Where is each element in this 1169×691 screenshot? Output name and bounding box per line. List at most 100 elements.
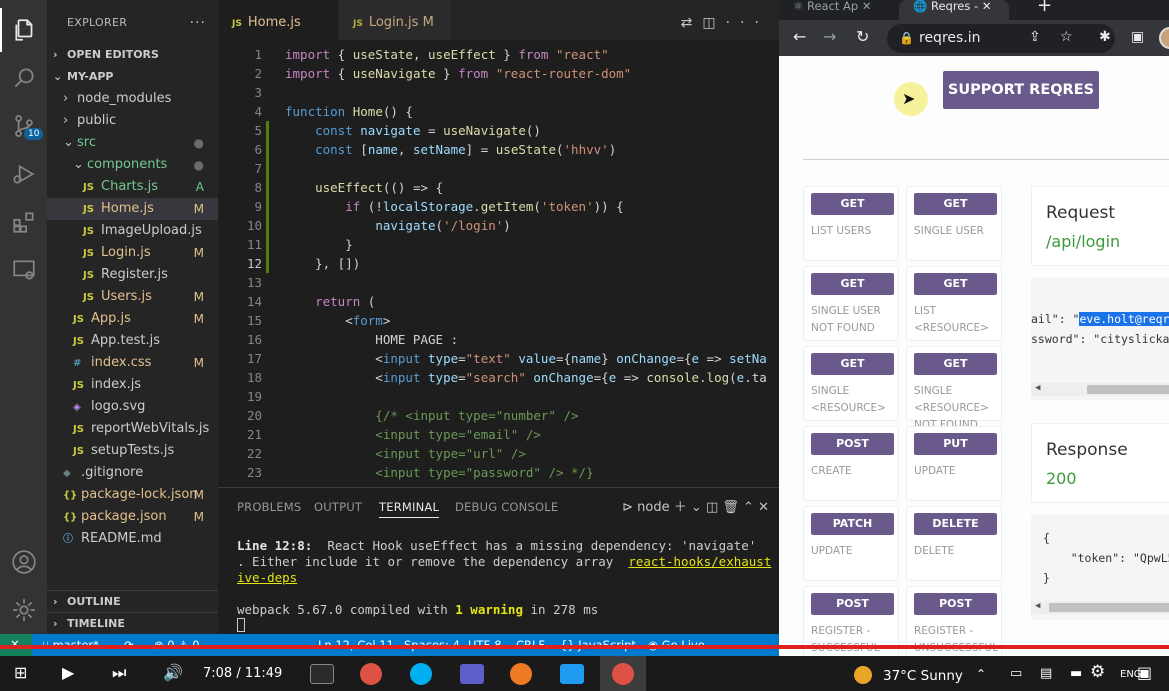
bookmark-star-icon[interactable]: ☆ bbox=[1060, 29, 1073, 45]
code-line[interactable]: 8 useEffect(() => { bbox=[218, 178, 779, 197]
file-tree-item[interactable]: ◈ logo.svg bbox=[47, 396, 218, 418]
remote-explorer-icon[interactable] bbox=[0, 248, 47, 292]
file-tree-item[interactable]: JS Login.js M bbox=[47, 242, 218, 264]
endpoint-method-button[interactable]: GET bbox=[811, 193, 894, 215]
close-icon[interactable]: ✕ bbox=[758, 500, 769, 515]
code-line[interactable]: 19 bbox=[218, 387, 779, 406]
code-line[interactable]: 3 bbox=[218, 83, 779, 102]
code-line[interactable]: 18 <input type="search" onChange={e => c… bbox=[218, 368, 779, 387]
endpoint-card[interactable]: POST CREATE bbox=[803, 426, 899, 501]
side-panel-icon[interactable]: ▣ bbox=[1131, 29, 1144, 45]
endpoint-method-button[interactable]: DELETE bbox=[914, 513, 997, 535]
code-line[interactable]: 21 <input type="email" /> bbox=[218, 425, 779, 444]
code-line[interactable]: 22 <input type="url" /> bbox=[218, 444, 779, 463]
back-icon[interactable]: ← bbox=[793, 27, 806, 46]
source-control-icon[interactable]: 10 bbox=[0, 104, 47, 148]
vscode-icon[interactable] bbox=[560, 664, 584, 684]
video-progress-bar[interactable] bbox=[0, 645, 1169, 649]
settings-gear-icon[interactable] bbox=[0, 588, 47, 632]
file-tree-item[interactable]: {} package.json M bbox=[47, 506, 218, 528]
code-line[interactable]: 12 }, []) bbox=[218, 254, 779, 273]
postman-icon[interactable] bbox=[510, 663, 532, 685]
file-tree-item[interactable]: JS ImageUpload.js bbox=[47, 220, 218, 242]
chevron-down-icon[interactable]: ⌄ bbox=[691, 500, 702, 515]
file-tree-item[interactable]: › node_modules bbox=[47, 88, 218, 110]
endpoint-method-button[interactable]: PATCH bbox=[811, 513, 894, 535]
share-icon[interactable]: ⇪ bbox=[1029, 29, 1041, 45]
file-tree-item[interactable]: # index.css M bbox=[47, 352, 218, 374]
file-tree-item[interactable]: JS App.js M bbox=[47, 308, 218, 330]
scroll-thumb[interactable] bbox=[1049, 603, 1169, 612]
endpoint-card[interactable]: GET SINGLE USER NOT FOUND bbox=[803, 266, 899, 341]
extensions-icon[interactable] bbox=[0, 200, 47, 244]
split-editor-icon[interactable]: ◫ bbox=[702, 15, 725, 31]
explorer-icon[interactable] bbox=[0, 8, 47, 52]
warning-rule-link[interactable]: react-hooks/exhaust bbox=[628, 554, 771, 569]
code-line[interactable]: 16 HOME PAGE : bbox=[218, 330, 779, 349]
file-tree-item[interactable]: JS Home.js M bbox=[47, 198, 218, 220]
file-tree-item[interactable]: JS Users.js M bbox=[47, 286, 218, 308]
miniplayer-icon[interactable]: ▣ bbox=[1137, 663, 1152, 682]
file-tree-item[interactable]: JS setupTests.js bbox=[47, 440, 218, 462]
file-tree-item[interactable]: ⓘ README.md bbox=[47, 528, 218, 550]
terminal-app-icon[interactable] bbox=[310, 664, 334, 684]
endpoint-card[interactable]: GET LIST <RESOURCE> bbox=[906, 266, 1002, 341]
new-tab-icon[interactable]: + bbox=[1023, 0, 1052, 20]
browser-tab-reqres[interactable]: 🌐 Reqres - ✕ bbox=[899, 0, 1009, 20]
file-tree-item[interactable]: ⌄ src ● bbox=[47, 132, 218, 154]
search-icon[interactable] bbox=[0, 56, 47, 100]
scroll-left-icon[interactable]: ◀ bbox=[1035, 383, 1040, 393]
extensions-puzzle-icon[interactable]: ✱ bbox=[1099, 29, 1111, 45]
endpoint-method-button[interactable]: GET bbox=[914, 273, 997, 295]
code-line[interactable]: 13 bbox=[218, 273, 779, 292]
code-line[interactable]: 9 if (!localStorage.getItem('token')) { bbox=[218, 197, 779, 216]
code-line[interactable]: 11 } bbox=[218, 235, 779, 254]
open-editors-section[interactable]: › OPEN EDITORS bbox=[47, 44, 218, 66]
code-line[interactable]: 2 import { useNavigate } from "react-rout… bbox=[218, 64, 779, 83]
reload-icon[interactable]: ↻ bbox=[856, 27, 869, 46]
chrome-icon[interactable] bbox=[360, 663, 382, 685]
network-icon[interactable]: ▭ bbox=[1010, 666, 1022, 681]
chevron-up-icon[interactable]: ⌃ bbox=[976, 667, 986, 681]
code-line[interactable]: 17 <input type="text" value={name} onCha… bbox=[218, 349, 779, 368]
endpoint-method-button[interactable]: GET bbox=[811, 273, 894, 295]
tab-output[interactable]: OUTPUT bbox=[314, 500, 362, 514]
teams-icon[interactable] bbox=[460, 664, 484, 684]
volume-icon[interactable]: 🔊 bbox=[163, 663, 183, 682]
code-editor[interactable]: 1 import { useState, useEffect } from "re… bbox=[218, 40, 779, 487]
address-bar[interactable]: 🔒 reqres.in bbox=[887, 24, 1115, 53]
code-line[interactable]: 15 <form> bbox=[218, 311, 779, 330]
tab-terminal[interactable]: TERMINAL bbox=[379, 500, 440, 518]
code-line[interactable]: 10 navigate('/login') bbox=[218, 216, 779, 235]
add-terminal-icon[interactable]: ＋ bbox=[674, 500, 687, 515]
endpoint-card[interactable]: DELETE DELETE bbox=[906, 506, 1002, 581]
windows-start-icon[interactable]: ⊞ bbox=[14, 663, 27, 682]
endpoint-method-button[interactable]: POST bbox=[811, 593, 894, 615]
split-terminal-icon[interactable]: ◫ bbox=[706, 500, 718, 515]
next-icon[interactable]: ⏭ bbox=[112, 663, 126, 683]
support-reqres-button[interactable]: SUPPORT REQRES bbox=[943, 71, 1099, 109]
endpoint-method-button[interactable]: GET bbox=[914, 353, 997, 375]
close-icon[interactable]: ✕ bbox=[982, 0, 992, 13]
endpoint-method-button[interactable]: PUT bbox=[914, 433, 997, 455]
endpoint-card[interactable]: GET SINGLE <RESOURCE> NOT FOUND bbox=[906, 346, 1002, 431]
endpoint-card[interactable]: GET LIST USERS bbox=[803, 186, 899, 261]
open-changes-icon[interactable]: ⇄ bbox=[681, 15, 703, 31]
endpoint-card[interactable]: PUT UPDATE bbox=[906, 426, 1002, 501]
trash-icon[interactable]: 🗑 bbox=[722, 500, 739, 515]
chrome-active-icon[interactable] bbox=[600, 656, 646, 691]
file-tree-item[interactable]: JS index.js bbox=[47, 374, 218, 396]
tab-debug-console[interactable]: DEBUG CONSOLE bbox=[455, 500, 558, 514]
subtitles-icon[interactable]: ▤ bbox=[1040, 666, 1052, 681]
project-section[interactable]: ⌄ MY-APP bbox=[47, 66, 218, 88]
file-tree-item[interactable]: JS App.test.js bbox=[47, 330, 218, 352]
file-tree-item[interactable]: ⌄ components ● bbox=[47, 154, 218, 176]
endpoint-card[interactable]: PATCH UPDATE bbox=[803, 506, 899, 581]
endpoint-method-button[interactable]: GET bbox=[811, 353, 894, 375]
scroll-left-icon[interactable]: ◀ bbox=[1035, 601, 1040, 611]
code-line[interactable]: 1 import { useState, useEffect } from "re… bbox=[218, 45, 779, 64]
request-scrollbar[interactable]: ◀ bbox=[1031, 383, 1169, 396]
timeline-section[interactable]: › TIMELINE bbox=[47, 612, 218, 634]
settings-gear-icon[interactable]: ⚙ bbox=[1090, 662, 1105, 682]
file-tree-item[interactable]: › public bbox=[47, 110, 218, 132]
